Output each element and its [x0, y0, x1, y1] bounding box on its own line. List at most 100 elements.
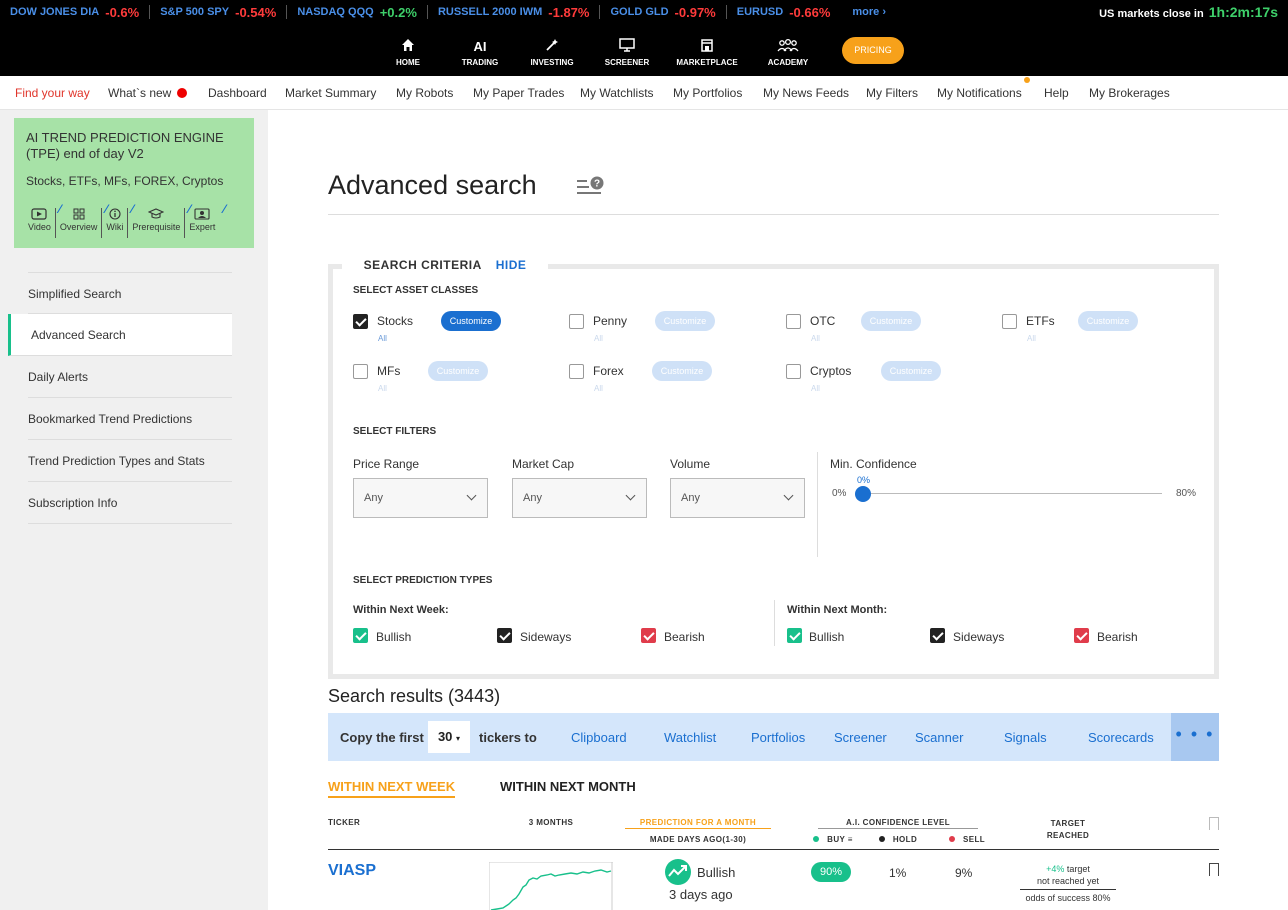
sidebar-item-advanced-search[interactable]: Advanced Search: [8, 314, 232, 356]
week-sideways-checkbox[interactable]: [497, 628, 512, 643]
engine-link-wiki[interactable]: Wiki ⁄: [102, 202, 133, 238]
title-divider: [328, 214, 1219, 215]
tab-within-next-week[interactable]: WITHIN NEXT WEEK: [328, 779, 456, 798]
sub-nav-my-filters[interactable]: My Filters: [866, 86, 918, 100]
week-bullish-checkbox[interactable]: [353, 628, 368, 643]
monitor-icon: [592, 38, 662, 56]
sub-nav-my-watchlists[interactable]: My Watchlists: [580, 86, 654, 100]
sidebar-item-bookmarked[interactable]: Bookmarked Trend Predictions: [28, 398, 232, 440]
asset-label: ETFs: [1026, 314, 1055, 328]
all-link[interactable]: All: [378, 334, 387, 343]
customize-button[interactable]: Customize: [1078, 311, 1138, 331]
sub-nav-find-your-way[interactable]: Find your way: [15, 86, 90, 100]
etfs-checkbox[interactable]: [1002, 314, 1017, 329]
copy-to-scorecards[interactable]: Scorecards: [1088, 730, 1154, 745]
engine-link-prerequisite[interactable]: Prerequisite ⁄: [128, 202, 190, 238]
grid-icon: [60, 208, 98, 222]
sidebar-item-subscription[interactable]: Subscription Info: [28, 482, 232, 524]
copy-to-screener[interactable]: Screener: [834, 730, 887, 745]
market-cap-select[interactable]: Any: [512, 478, 647, 518]
week-bearish-checkbox[interactable]: [641, 628, 656, 643]
otc-checkbox[interactable]: [786, 314, 801, 329]
sub-nav-my-news-feeds[interactable]: My News Feeds: [763, 86, 849, 100]
confidence-slider-track[interactable]: [862, 493, 1162, 494]
sub-nav-help[interactable]: Help: [1044, 86, 1069, 100]
people-icon: [753, 38, 823, 56]
copy-to-scanner[interactable]: Scanner: [915, 730, 963, 745]
sub-nav-my-portfolios[interactable]: My Portfolios: [673, 86, 742, 100]
copy-to-portfolios[interactable]: Portfolios: [751, 730, 805, 745]
engine-link-expert[interactable]: Expert ⁄: [185, 202, 225, 238]
customize-button[interactable]: Customize: [861, 311, 921, 331]
ticker-item[interactable]: NASDAQ QQQ +0.2%: [287, 5, 428, 20]
mfs-checkbox[interactable]: [353, 364, 368, 379]
tab-within-next-month[interactable]: WITHIN NEXT MONTH: [500, 779, 636, 794]
ticker-link[interactable]: VIASP: [328, 862, 376, 880]
month-sideways-checkbox[interactable]: [930, 628, 945, 643]
nav-investing[interactable]: INVESTING: [517, 38, 587, 67]
bookmark-icon[interactable]: [1208, 863, 1219, 877]
ticker-item[interactable]: DOW JONES DIA -0.6%: [0, 5, 151, 20]
help-list-icon[interactable]: ?: [577, 175, 605, 197]
sub-nav-my-paper-trades[interactable]: My Paper Trades: [473, 86, 564, 100]
copy-to-clipboard[interactable]: Clipboard: [571, 730, 627, 745]
pricing-button[interactable]: PRICING: [842, 37, 904, 64]
customize-button[interactable]: Customize: [441, 311, 501, 331]
more-options-button[interactable]: • • •: [1171, 713, 1219, 761]
all-link[interactable]: All: [1027, 334, 1036, 343]
copy-to-signals[interactable]: Signals: [1004, 730, 1047, 745]
sidebar-item-simplified-search[interactable]: Simplified Search: [28, 272, 232, 314]
stocks-checkbox[interactable]: [353, 314, 368, 329]
month-bearish-checkbox[interactable]: [1074, 628, 1089, 643]
sidebar-item-daily-alerts[interactable]: Daily Alerts: [28, 356, 232, 398]
sub-nav-my-notifications[interactable]: My Notifications: [937, 86, 1022, 100]
customize-button[interactable]: Customize: [428, 361, 488, 381]
nav-marketplace[interactable]: MARKETPLACE: [672, 38, 742, 67]
sub-nav-dashboard[interactable]: Dashboard: [208, 86, 267, 100]
cryptos-checkbox[interactable]: [786, 364, 801, 379]
store-icon: [672, 38, 742, 56]
all-link[interactable]: All: [594, 384, 603, 393]
forex-checkbox[interactable]: [569, 364, 584, 379]
nav-home[interactable]: HOME: [373, 38, 443, 67]
volume-select[interactable]: Any: [670, 478, 805, 518]
sub-nav-market-summary[interactable]: Market Summary: [285, 86, 376, 100]
nav-label: INVESTING: [530, 58, 574, 67]
asset-classes-label: SELECT ASSET CLASSES: [353, 285, 479, 296]
customize-button[interactable]: Customize: [881, 361, 941, 381]
sub-nav-my-brokerages[interactable]: My Brokerages: [1089, 86, 1170, 100]
all-link[interactable]: All: [811, 384, 820, 393]
penny-checkbox[interactable]: [569, 314, 584, 329]
nav-trading[interactable]: AI TRADING: [445, 38, 515, 67]
all-link[interactable]: All: [811, 334, 820, 343]
more-tickers-link[interactable]: more ›: [852, 6, 886, 18]
engine-link-video[interactable]: Video ⁄: [24, 202, 61, 238]
ticker-change: -0.66%: [789, 4, 831, 20]
nav-screener[interactable]: SCREENER: [592, 38, 662, 67]
hold-dot: [878, 836, 885, 842]
engine-link-label: Wiki: [106, 222, 124, 232]
all-link[interactable]: All: [378, 384, 387, 393]
all-link[interactable]: All: [594, 334, 603, 343]
sidebar-item-types-stats[interactable]: Trend Prediction Types and Stats: [28, 440, 232, 482]
col-buy[interactable]: BUY ≡: [808, 835, 858, 844]
month-bullish-checkbox[interactable]: [787, 628, 802, 643]
ticker-item[interactable]: EURUSD -0.66%: [727, 4, 841, 20]
ticker-item[interactable]: RUSSELL 2000 IWM -1.87%: [428, 5, 601, 20]
confidence-slider-handle[interactable]: [855, 486, 871, 502]
ticker-count-dropdown[interactable]: 30 ▾: [428, 721, 470, 753]
customize-button[interactable]: Customize: [652, 361, 712, 381]
sub-nav-my-robots[interactable]: My Robots: [396, 86, 453, 100]
asset-label: Penny: [593, 314, 628, 328]
copy-to-watchlist[interactable]: Watchlist: [664, 730, 716, 745]
ticker-item[interactable]: S&P 500 SPY -0.54%: [150, 5, 288, 20]
sub-nav-whats-new[interactable]: What`s new: [108, 86, 188, 100]
engine-link-overview[interactable]: Overview ⁄: [56, 202, 107, 238]
nav-academy[interactable]: ACADEMY: [753, 38, 823, 67]
bookmark-all-icon[interactable]: [1208, 817, 1219, 831]
price-range-select[interactable]: Any: [353, 478, 488, 518]
hide-criteria-link[interactable]: HIDE: [496, 258, 527, 272]
sub-nav: Find your way What`s new Dashboard Marke…: [0, 76, 1288, 110]
customize-button[interactable]: Customize: [655, 311, 715, 331]
ticker-item[interactable]: GOLD GLD -0.97%: [600, 5, 727, 20]
